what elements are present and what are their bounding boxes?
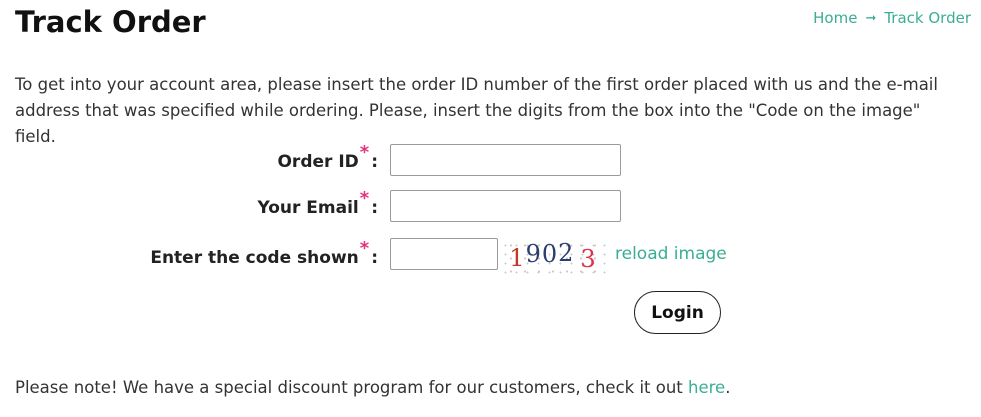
captcha-digit: 2 [558,239,575,267]
intro-text: To get into your account area, please in… [15,75,938,146]
email-row: Your Email*: [0,188,981,224]
required-marker: * [359,142,370,163]
order-id-input[interactable] [390,144,621,176]
arrow-right-icon: ➞ [865,10,877,26]
breadcrumb-home-link[interactable]: Home [813,9,857,27]
captcha-digit: 3 [580,245,597,273]
breadcrumb-current-link[interactable]: Track Order [884,9,971,27]
captcha-code-input[interactable] [390,238,498,270]
breadcrumb: Home ➞ Track Order [813,9,971,27]
email-label: Your Email*: [257,188,378,218]
required-marker: * [359,188,370,209]
captcha-image: 1 9 0 2 3 [498,238,608,274]
order-id-label: Order ID*: [277,142,378,172]
discount-note: Please note! We have a special discount … [15,378,731,397]
captcha-digit: 0 [541,240,559,268]
code-row: Enter the code shown*: 1 9 0 2 3 reload … [0,238,981,274]
code-label: Enter the code shown*: [150,238,378,268]
login-button[interactable]: Login [634,291,721,334]
required-marker: * [359,238,370,259]
order-id-row: Order ID*: [0,142,981,178]
captcha-digit: 1 [509,244,526,272]
captcha-digit: 9 [525,240,542,268]
discount-program-link[interactable]: here [688,378,725,397]
page-title: Track Order [15,5,206,39]
email-input[interactable] [390,190,621,222]
reload-image-link[interactable]: reload image [615,244,727,264]
